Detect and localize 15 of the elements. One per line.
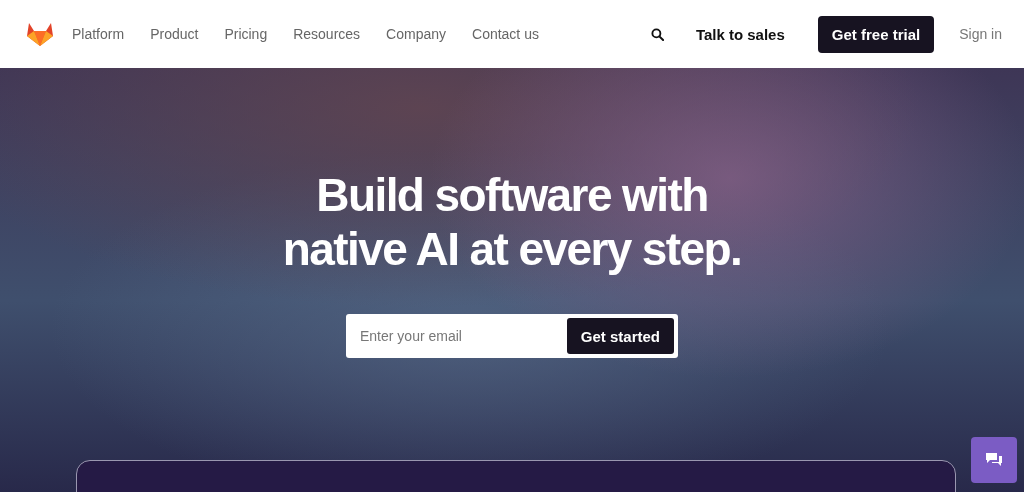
search-icon[interactable] bbox=[650, 27, 664, 41]
nav-link[interactable]: Company bbox=[386, 26, 446, 42]
fox-logo-icon[interactable] bbox=[26, 21, 54, 47]
nav-link[interactable]: Pricing bbox=[224, 26, 268, 42]
nav-link[interactable]: Product bbox=[150, 26, 199, 42]
talk-to-sales-link[interactable]: Talk to sales bbox=[695, 25, 785, 43]
chat-button[interactable] bbox=[971, 437, 1017, 483]
nav-link[interactable]: Contact us bbox=[472, 26, 539, 42]
nav-link[interactable]: Platform bbox=[72, 26, 125, 42]
sign-in-link[interactable]: Sign in bbox=[959, 26, 1002, 42]
free-trial-button[interactable]: Get free trial bbox=[817, 15, 935, 53]
hero-headline: Build software with native AI at every step. bbox=[282, 168, 742, 276]
chat-bubbles-icon bbox=[985, 452, 1003, 468]
get-started-button[interactable]: Get started bbox=[566, 318, 674, 354]
nav-link[interactable]: Resources bbox=[293, 26, 361, 42]
